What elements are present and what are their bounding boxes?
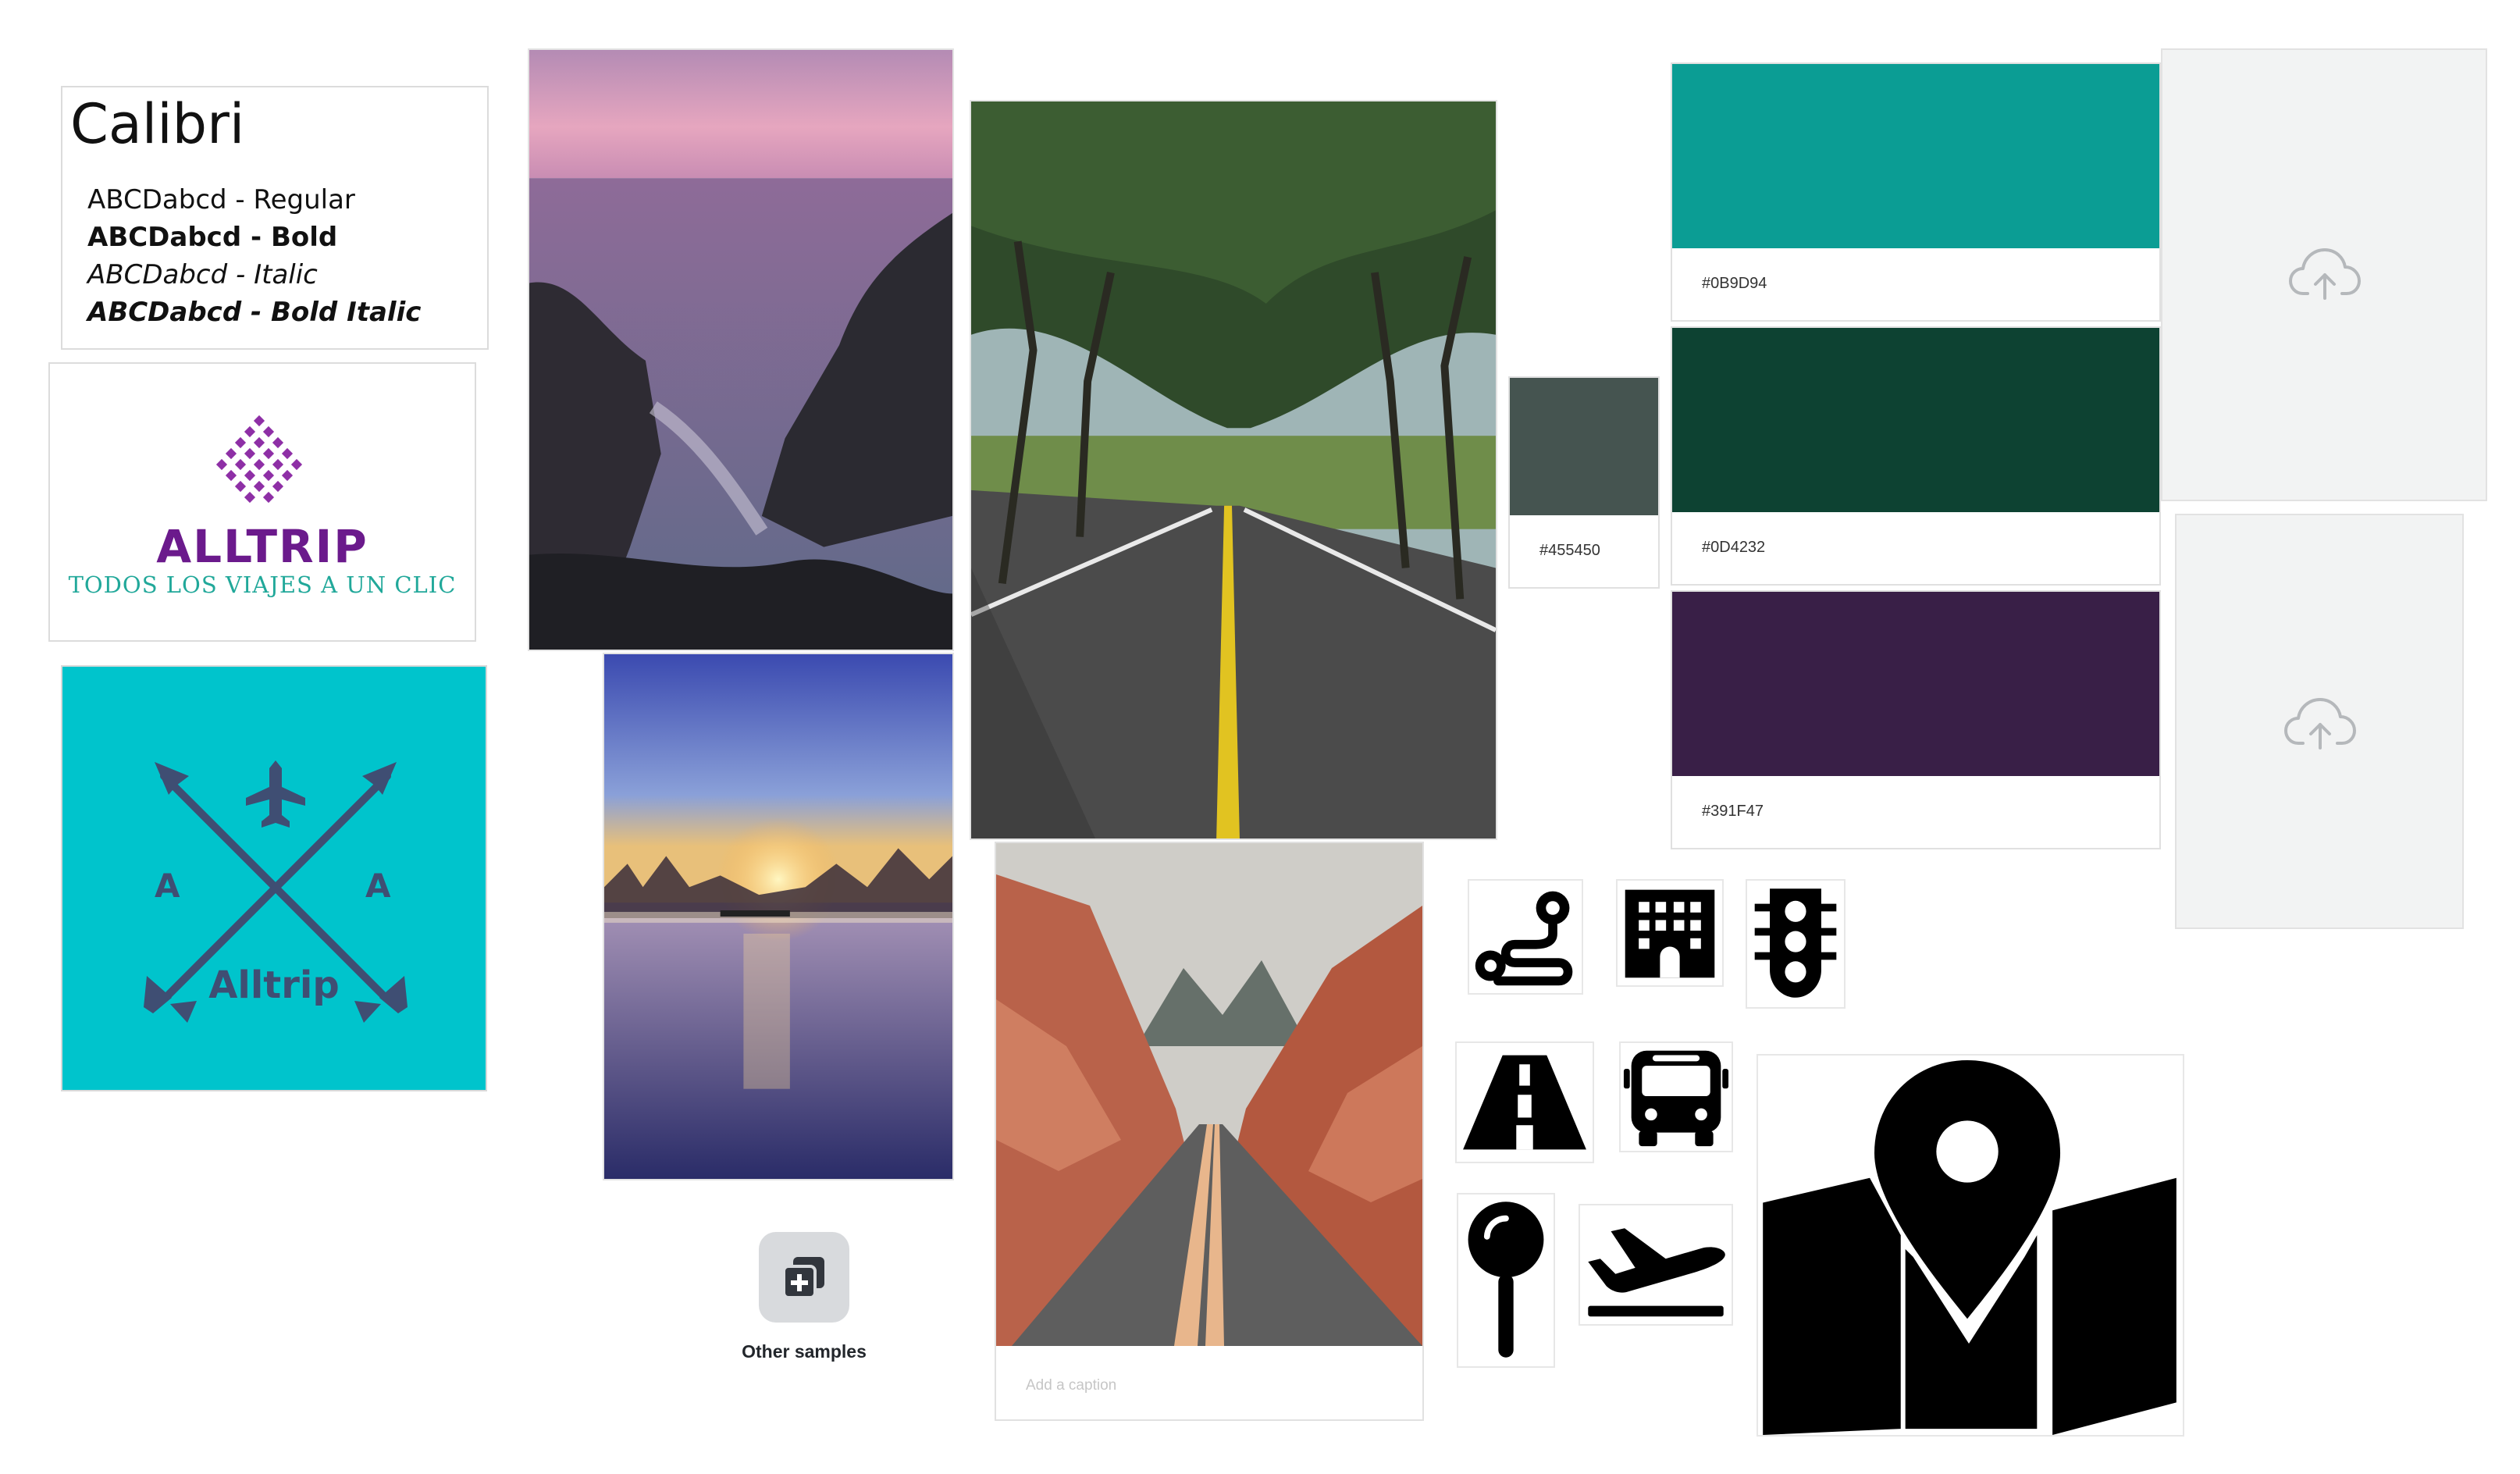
canyon-road-photo[interactable] — [996, 843, 1422, 1346]
upload-slot-1[interactable] — [2161, 48, 2487, 501]
swatch-0d4232[interactable]: #0D4232 — [1671, 326, 2161, 586]
swatch-455450-color — [1510, 378, 1658, 515]
tree-road-photo[interactable] — [970, 100, 1497, 840]
swatch-0b9d94-code: #0B9D94 — [1702, 275, 1767, 292]
lake-sunrise-image — [604, 654, 952, 1179]
plane-glyph — [1588, 1228, 1725, 1317]
traffic-light-icon[interactable] — [1746, 879, 1846, 1009]
tree-road-image — [971, 101, 1496, 838]
font-name-title: Calibri — [70, 92, 245, 156]
emblem-letter-right: A — [365, 867, 391, 905]
add-to-collection-icon — [782, 1257, 824, 1299]
swatch-0b9d94[interactable]: #0B9D94 — [1671, 62, 2161, 322]
other-samples-label[interactable]: Other samples — [703, 1341, 906, 1362]
canyon-photo-card[interactable]: Add a caption — [995, 842, 1424, 1421]
font-bold-sample: ABCDabcd - Bold — [87, 222, 338, 253]
alltrip-emblem-card[interactable]: A A Alltrip — [61, 665, 487, 1091]
hotel-building-icon[interactable] — [1616, 879, 1724, 987]
swatch-391f47-color — [1672, 592, 2159, 776]
diamond-pattern-logo-icon — [215, 415, 303, 504]
crossed-arrows-emblem-icon — [144, 760, 408, 1023]
alltrip-logo-name: ALLTRIP — [156, 520, 368, 573]
swatch-455450-code: #455450 — [1539, 542, 1600, 559]
route-glyph — [1475, 891, 1573, 986]
bus-glyph — [1623, 1050, 1729, 1147]
cloud-upload-icon — [2289, 248, 2361, 300]
emblem-wordmark: Alltrip — [208, 963, 340, 1007]
traffic-light-glyph — [1754, 888, 1837, 998]
alltrip-logo-card[interactable]: ALLTRIP TODOS LOS VIAJES A UN CLIC — [48, 362, 476, 642]
swatch-0d4232-color — [1672, 328, 2159, 512]
upload-slot-2[interactable] — [2175, 514, 2464, 929]
canyon-road-image — [996, 843, 1422, 1346]
pin-glyph — [1468, 1202, 1544, 1358]
sea-rocks-image — [529, 50, 952, 650]
alltrip-tagline: TODOS LOS VIAJES A UN CLIC — [68, 571, 457, 598]
highway-icon[interactable] — [1455, 1041, 1594, 1163]
other-samples-button[interactable] — [759, 1232, 849, 1323]
map-location-glyph — [1763, 1059, 2177, 1435]
swatch-391f47[interactable]: #391F47 — [1671, 590, 2161, 849]
pin-icon[interactable] — [1457, 1193, 1555, 1368]
font-bold-italic-sample: ABCDabcd - Bold Italic — [87, 297, 422, 328]
font-regular-sample: ABCDabcd - Regular — [87, 184, 355, 215]
swatch-0d4232-code: #0D4232 — [1702, 539, 1766, 556]
swatch-391f47-code: #391F47 — [1702, 803, 1764, 820]
map-location-icon[interactable] — [1757, 1054, 2184, 1437]
caption-input[interactable]: Add a caption — [1026, 1377, 1116, 1394]
highway-glyph — [1463, 1055, 1586, 1150]
swatch-455450[interactable]: #455450 — [1508, 376, 1660, 589]
font-sample-card[interactable]: Calibri ABCDabcd - Regular ABCDabcd - Bo… — [61, 86, 489, 350]
bus-icon[interactable] — [1619, 1041, 1733, 1152]
lake-sunrise-photo[interactable] — [603, 653, 954, 1180]
route-icon[interactable] — [1468, 879, 1583, 995]
emblem-letter-left: A — [155, 867, 180, 905]
sunset-sea-rocks-photo[interactable] — [528, 48, 954, 651]
font-italic-sample: ABCDabcd - Italic — [87, 259, 318, 290]
plane-departure-icon[interactable] — [1579, 1204, 1733, 1326]
hotel-glyph — [1625, 889, 1715, 978]
swatch-0b9d94-color — [1672, 64, 2159, 248]
cloud-upload-icon — [2284, 698, 2356, 749]
